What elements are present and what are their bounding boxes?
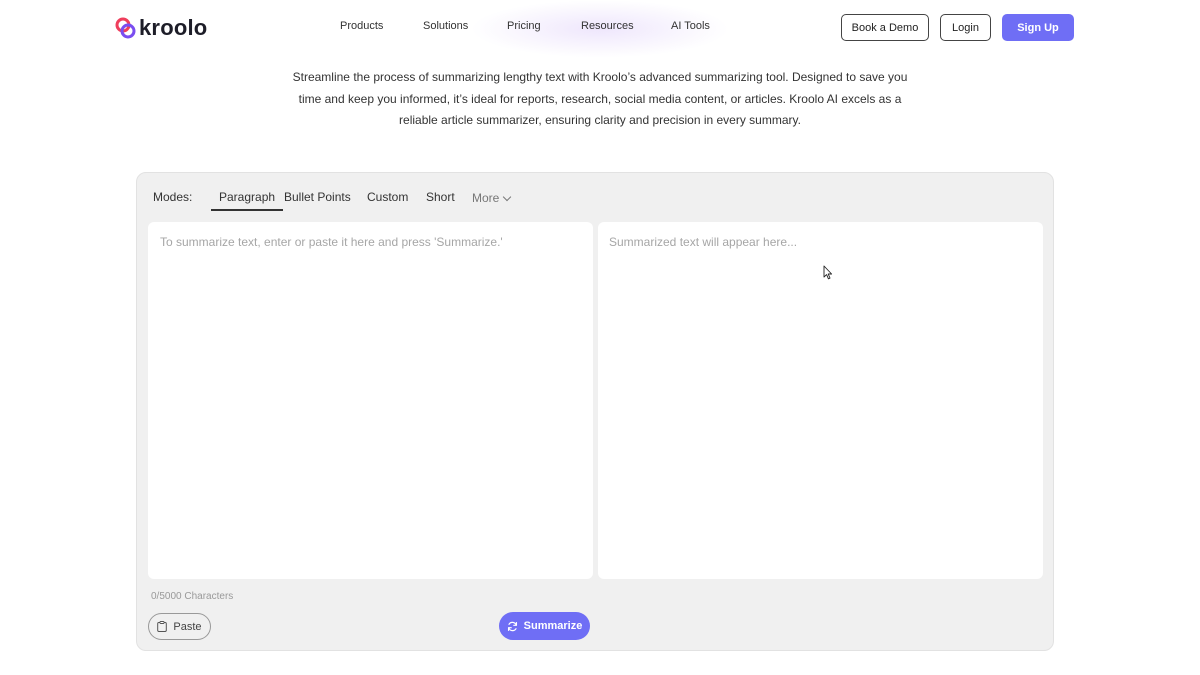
output-pane: Summarized text will appear here... [598,222,1043,579]
nav-item-pricing[interactable]: Pricing [507,20,541,32]
output-placeholder: Summarized text will appear here... [609,235,798,249]
modes-label: Modes: [153,190,193,204]
nav-item-ai-tools[interactable]: AI Tools [671,20,710,32]
book-demo-button[interactable]: Book a Demo [841,14,929,41]
paste-button[interactable]: Paste [148,613,211,640]
intro-line: time and keep you informed, it’s ideal f… [298,91,902,106]
login-button[interactable]: Login [940,14,991,41]
refresh-icon [507,621,517,631]
nav-item-resources[interactable]: Resources [581,20,634,32]
mode-tab-short[interactable]: Short [426,190,455,204]
mode-tab-custom[interactable]: Custom [367,190,408,204]
chevron-down-icon [503,192,512,202]
nav-item-products[interactable]: Products [340,20,383,32]
mode-selector: Modes: Paragraph Bullet Points Custom Sh… [153,189,653,211]
mouse-pointer-icon [823,265,833,280]
intro-text: Streamline the process of summarizing le… [250,67,950,132]
paste-label: Paste [173,620,202,633]
input-textarea[interactable] [148,222,593,579]
clipboard-icon [157,621,168,632]
sign-up-button[interactable]: Sign Up [1002,14,1074,41]
nav-item-solutions[interactable]: Solutions [423,20,468,32]
site-header: kroolo Products Solutions Pricing Resour… [0,0,1200,56]
input-pane [148,222,593,579]
mode-tab-paragraph[interactable]: Paragraph [211,190,284,211]
intro-line: Streamline the process of summarizing le… [292,70,908,84]
summarize-button[interactable]: Summarize [499,612,590,640]
more-label: More [472,191,500,205]
summarizer-tool: Modes: Paragraph Bullet Points Custom Sh… [136,172,1054,651]
summarize-label: Summarize [523,620,583,632]
character-count: 0/5000 Characters [151,591,234,602]
more-modes-dropdown[interactable]: More [472,191,512,205]
mode-tab-bullet-points[interactable]: Bullet Points [284,190,351,204]
intro-line: reliable article summarizer, ensuring cl… [399,113,801,127]
